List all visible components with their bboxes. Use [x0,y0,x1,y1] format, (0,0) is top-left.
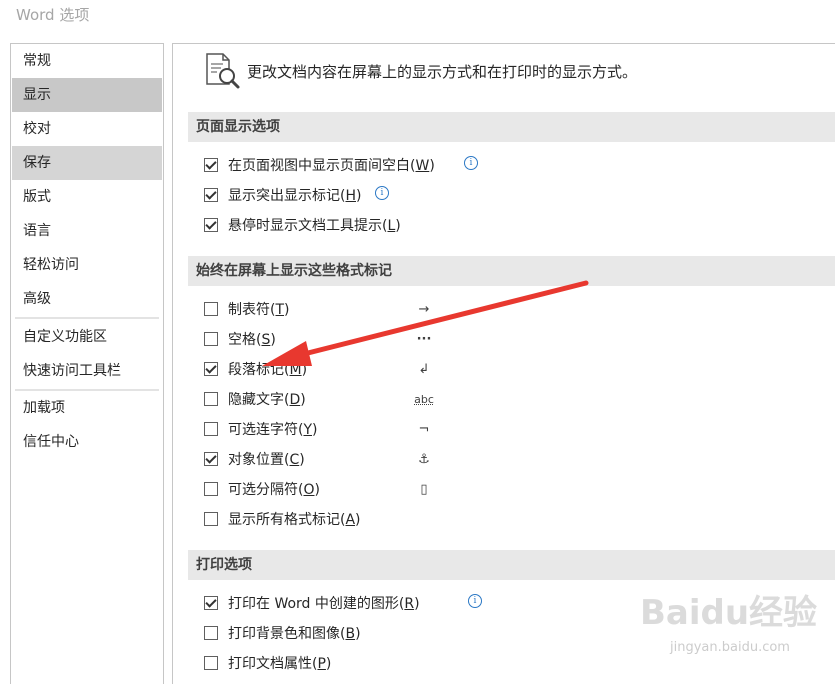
option-label[interactable]: 显示突出显示标记(H) [228,185,361,207]
window-title: Word 选项 [16,6,90,24]
checkbox-show-all-marks[interactable] [204,512,218,526]
section-header-format-marks: 始终在屏幕上显示这些格式标记 [188,256,835,286]
sidebar-item-addins[interactable]: 加载项 [12,391,162,425]
option-label[interactable]: 显示所有格式标记(A) [228,509,361,531]
sidebar-item-language[interactable]: 语言 [12,214,162,248]
checkbox-show-tooltips[interactable] [204,218,218,232]
sidebar-item-typography[interactable]: 版式 [12,180,162,214]
option-label[interactable]: 可选连字符(Y) [228,419,318,441]
sidebar-item-proofing[interactable]: 校对 [12,112,162,146]
checkbox-paragraph-marks[interactable] [204,362,218,376]
checkbox-optional-breaks[interactable] [204,482,218,496]
sidebar-item-general[interactable]: 常规 [12,44,162,78]
sidebar-item-advanced[interactable]: 高级 [12,282,162,316]
section-header-page-display: 页面显示选项 [188,112,835,142]
title-bar: Word 选项 [0,0,835,30]
hyphen-mark-icon: ¬ [418,422,430,437]
sidebar-item-trust-center[interactable]: 信任中心 [12,425,162,459]
option-label[interactable]: 空格(S) [228,329,276,351]
option-label[interactable]: 段落标记(M) [228,359,307,381]
checkbox-object-anchors[interactable] [204,452,218,466]
info-icon[interactable]: i [468,594,482,608]
option-label[interactable]: 对象位置(C) [228,449,305,471]
option-label[interactable]: 悬停时显示文档工具提示(L) [228,215,401,237]
option-label[interactable]: 在页面视图中显示页面间空白(W) [228,155,435,177]
checkbox-optional-hyphens[interactable] [204,422,218,436]
sidebar-item-accessibility[interactable]: 轻松访问 [12,248,162,282]
option-label[interactable]: 打印文档属性(P) [228,653,331,675]
sidebar-item-save[interactable]: 保存 [12,146,162,180]
checkbox-show-highlighter[interactable] [204,188,218,202]
anchor-icon: ⚓ [418,452,430,467]
option-label[interactable]: 制表符(T) [228,299,290,321]
hidden-text-icon: abc [414,393,434,406]
checkbox-hidden-text[interactable] [204,392,218,406]
sidebar-nav: 常规 显示 校对 保存 版式 语言 轻松访问 高级 自定义功能区 快速访问工具栏… [10,43,164,684]
info-icon[interactable]: i [464,156,478,170]
sidebar-item-quick-access-toolbar[interactable]: 快速访问工具栏 [12,354,162,388]
sidebar-divider [15,317,159,319]
option-label[interactable]: 打印在 Word 中创建的图形(R) [228,593,420,615]
display-options-panel: 更改文档内容在屏幕上的显示方式和在打印时的显示方式。 页面显示选项 在页面视图中… [172,43,835,684]
option-label[interactable]: 隐藏文字(D) [228,389,306,411]
sidebar-item-customize-ribbon[interactable]: 自定义功能区 [12,320,162,354]
option-label[interactable]: 可选分隔符(O) [228,479,320,501]
checkbox-show-whitespace[interactable] [204,158,218,172]
info-icon[interactable]: i [375,186,389,200]
paragraph-mark-icon: ↲ [418,362,430,377]
optional-break-icon: ▯ [420,482,428,497]
option-label[interactable]: 打印背景色和图像(B) [228,623,361,645]
section-header-print: 打印选项 [188,550,835,580]
checkbox-print-background[interactable] [204,626,218,640]
checkbox-spaces[interactable] [204,332,218,346]
checkbox-print-properties[interactable] [204,656,218,670]
tab-mark-icon: → [418,302,430,317]
page-description: 更改文档内容在屏幕上的显示方式和在打印时的显示方式。 [247,63,638,81]
checkbox-tab-characters[interactable] [204,302,218,316]
document-magnifier-icon [206,53,240,89]
space-mark-icon: ··· [416,332,432,347]
sidebar-item-display[interactable]: 显示 [12,78,162,112]
checkbox-print-drawings[interactable] [204,596,218,610]
